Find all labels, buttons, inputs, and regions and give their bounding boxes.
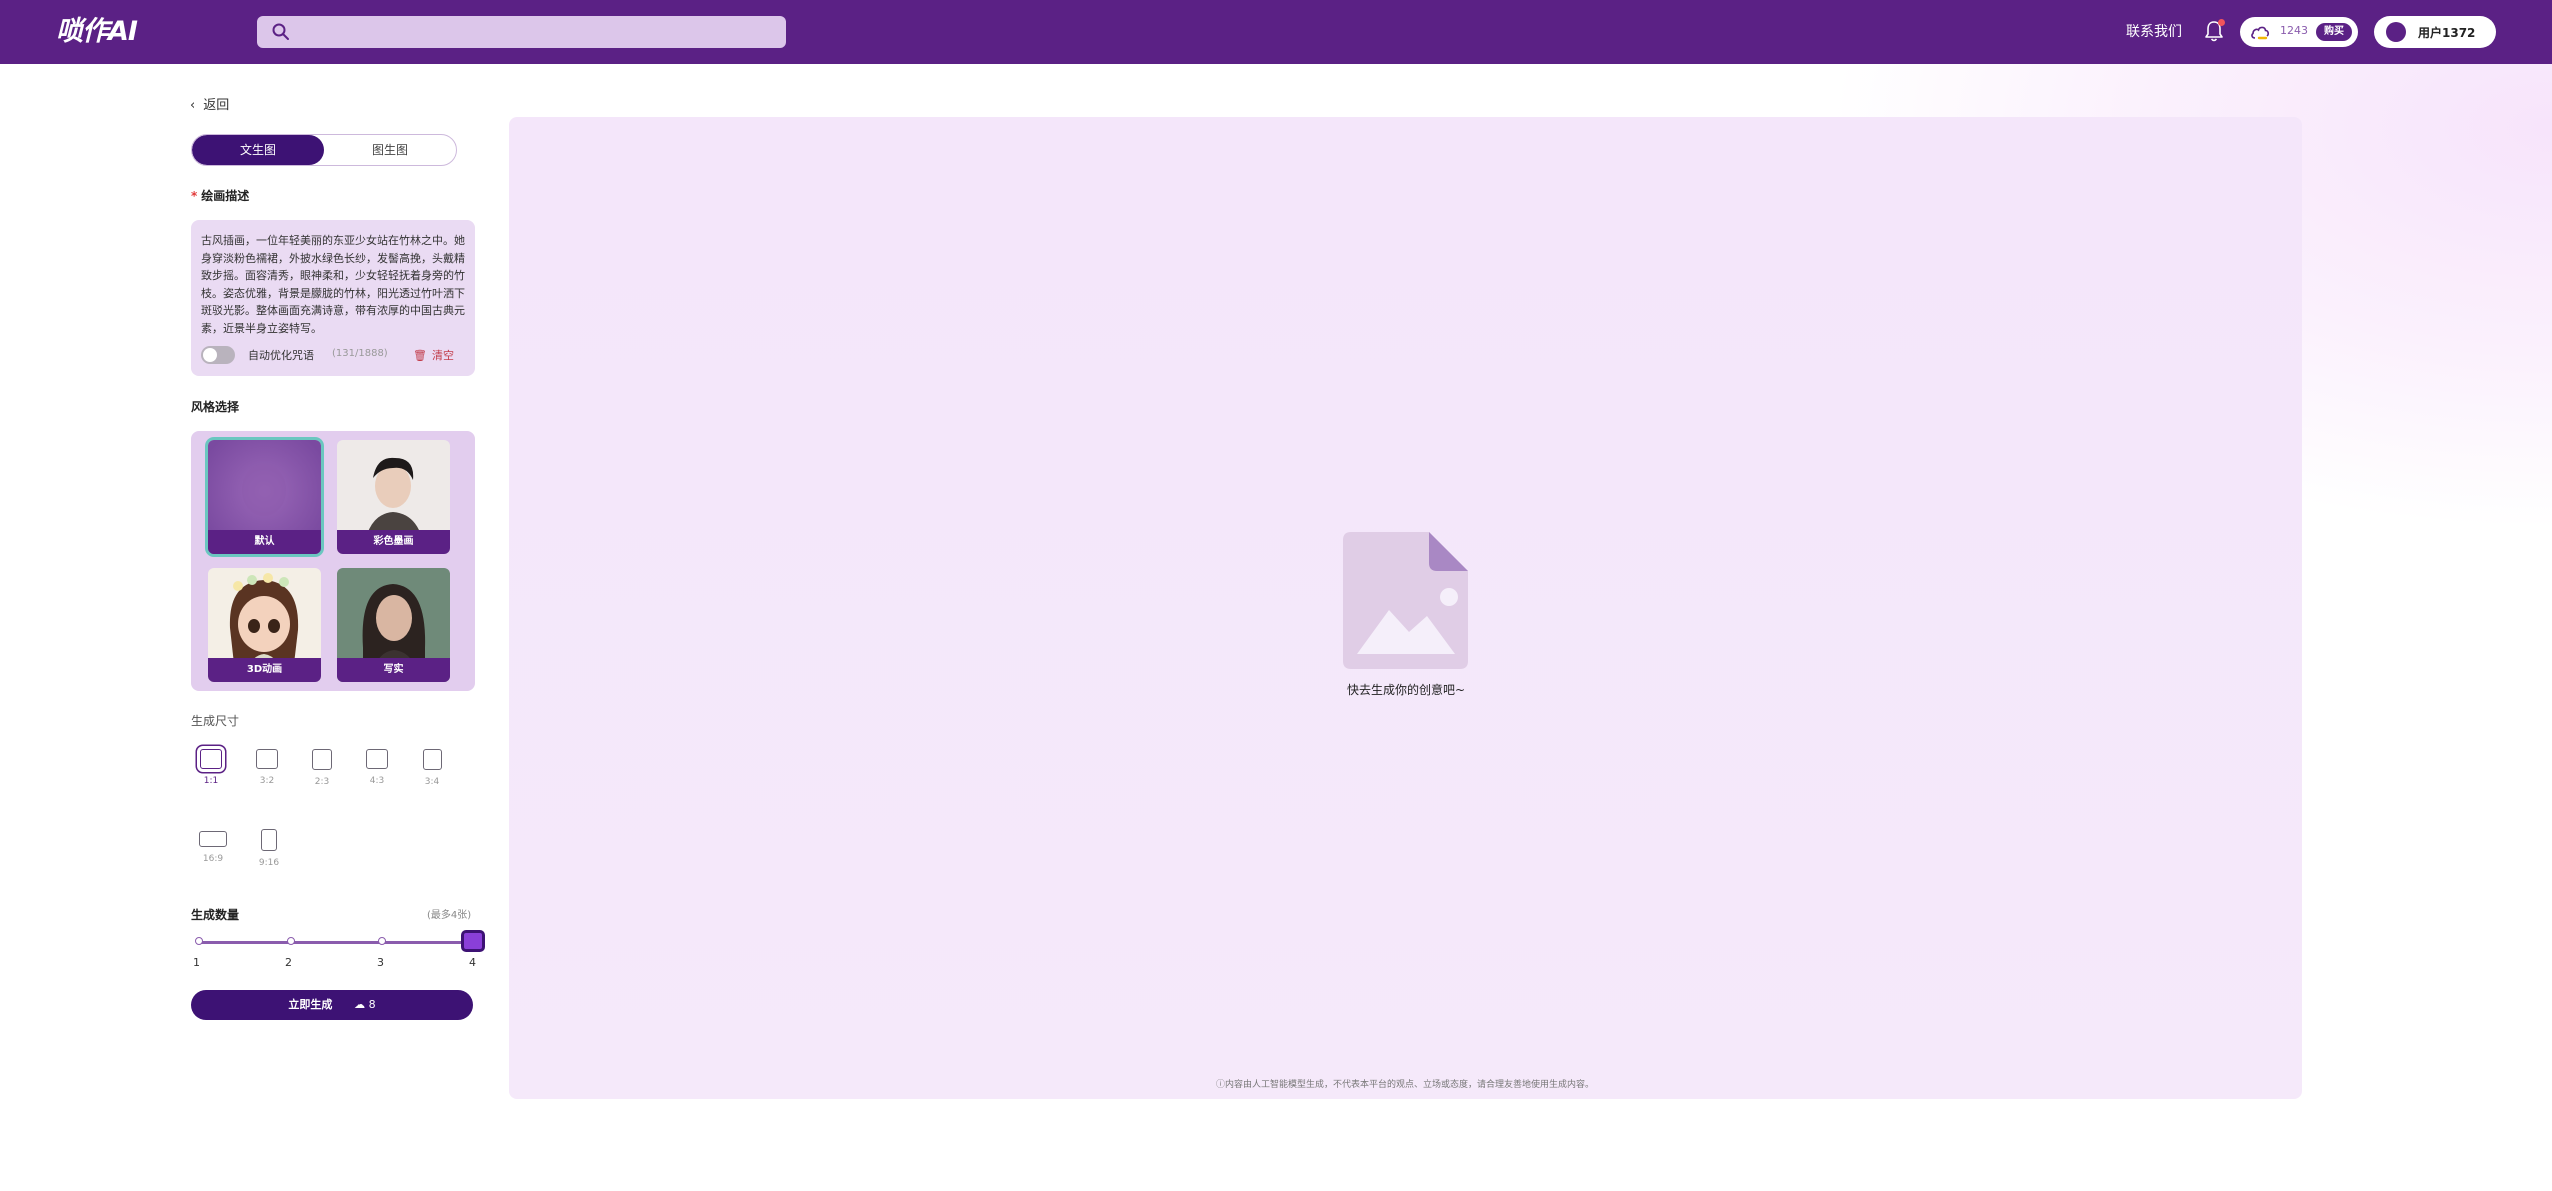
tab-text-to-image[interactable]: 文生图 xyxy=(192,135,324,165)
clear-label: 清空 xyxy=(431,349,454,362)
size-option-9-16[interactable]: 9:16 xyxy=(254,829,284,868)
generate-label: 立即生成 xyxy=(288,998,333,1011)
style-caption: 彩色墨画 xyxy=(337,530,450,554)
style-card-3d[interactable]: 3D动画 xyxy=(208,568,321,682)
slider-label-3: 3 xyxy=(377,956,384,969)
size-option-label: 2:3 xyxy=(314,777,330,787)
required-marker: * xyxy=(191,189,198,203)
style-label: 风格选择 xyxy=(191,400,240,414)
size-option-4-3[interactable]: 4:3 xyxy=(362,749,392,786)
slider-tick-2[interactable] xyxy=(287,937,295,945)
style-caption: 默认 xyxy=(208,530,321,554)
slider-tick-3[interactable] xyxy=(378,937,386,945)
disclaimer-text: ⓘ内容由人工智能模型生成，不代表本平台的观点、立场或态度，请合理友善地使用生成内… xyxy=(1215,1080,1594,1090)
generate-cost: ☁ 8 xyxy=(354,998,376,1011)
style-card-default[interactable]: 默认 xyxy=(208,440,321,554)
app-logo[interactable]: 唢作AI xyxy=(56,14,138,50)
toggle-knob xyxy=(203,348,217,362)
size-option-label: 3:4 xyxy=(424,777,440,787)
trash-icon: 🗑 xyxy=(413,349,427,362)
style-card-ink[interactable]: 彩色墨画 xyxy=(337,440,450,554)
prompt-label-text: 绘画描述 xyxy=(201,189,250,203)
count-max-hint: (最多4张) xyxy=(427,910,472,921)
prompt-text[interactable]: 古风插画，一位年轻美丽的东亚少女站在竹林之中。她身穿淡粉色襦裙，外披水绿色长纱，… xyxy=(201,232,465,337)
chevron-left-icon: ‹ xyxy=(190,98,196,113)
size-shape-icon xyxy=(199,831,227,847)
notification-dot xyxy=(2218,19,2225,26)
user-menu[interactable]: 用户1372 xyxy=(2374,16,2496,48)
size-label: 生成尺寸 xyxy=(191,714,240,728)
slider-tick-1[interactable] xyxy=(195,937,203,945)
size-option-label: 4:3 xyxy=(369,776,385,786)
size-option-16-9[interactable]: 16:9 xyxy=(196,831,230,864)
count-slider-thumb[interactable] xyxy=(461,930,485,952)
size-shape-icon xyxy=(200,749,222,769)
cloud-credit-icon xyxy=(2251,26,2269,40)
slider-label-2: 2 xyxy=(285,956,292,969)
tab-image-to-image[interactable]: 图生图 xyxy=(324,135,456,165)
size-option-label: 1:1 xyxy=(203,776,219,786)
slider-label-4: 4 xyxy=(469,956,476,969)
style-caption: 写实 xyxy=(337,658,450,682)
back-link[interactable]: ‹ 返回 xyxy=(190,94,229,113)
avatar xyxy=(2386,22,2406,42)
image-placeholder-icon xyxy=(1343,532,1468,669)
buy-button[interactable]: 购买 xyxy=(2316,23,2352,41)
style-caption: 3D动画 xyxy=(208,658,321,682)
size-shape-icon xyxy=(312,749,332,770)
size-option-label: 9:16 xyxy=(258,858,280,868)
style-card-realistic[interactable]: 写实 xyxy=(337,568,450,682)
generate-cost-value: 8 xyxy=(368,998,376,1011)
search-input[interactable] xyxy=(257,16,786,48)
size-shape-icon xyxy=(256,749,278,769)
size-option-3-2[interactable]: 3:2 xyxy=(252,749,282,786)
prompt-textarea[interactable]: 古风插画，一位年轻美丽的东亚少女站在竹林之中。她身穿淡粉色襦裙，外披水绿色长纱，… xyxy=(191,220,475,376)
contact-us-link[interactable]: 联系我们 xyxy=(2126,21,2182,41)
credits-widget: 1243 购买 xyxy=(2240,17,2358,47)
prompt-label: * 绘画描述 xyxy=(191,187,249,204)
size-shape-icon xyxy=(261,829,277,851)
auto-optimize-label: 自动优化咒语 xyxy=(248,349,314,362)
cloud-icon: ☁ xyxy=(354,998,366,1011)
slider-label-1: 1 xyxy=(193,956,200,969)
auto-optimize-toggle[interactable] xyxy=(201,346,235,364)
count-label: 生成数量 xyxy=(191,908,240,922)
size-option-3-4[interactable]: 3:4 xyxy=(417,749,447,787)
credits-count: 1243 xyxy=(2280,24,2308,37)
count-slider-track[interactable] xyxy=(198,941,473,944)
size-shape-icon xyxy=(366,749,388,769)
top-bar: 唢作AI 联系我们 1243 购买 用户1372 xyxy=(0,0,2552,64)
size-shape-icon xyxy=(422,749,442,770)
clear-button[interactable]: 🗑 清空 xyxy=(413,347,454,363)
char-counter: (131/1888) xyxy=(332,348,388,359)
empty-state-text: 快去生成你的创意吧~ xyxy=(1346,683,1466,697)
style-grid: 默认 彩色墨画 3D动画 写实 xyxy=(191,431,475,691)
size-option-1-1[interactable]: 1:1 xyxy=(196,749,226,786)
search-icon xyxy=(272,23,289,40)
mode-tabs: 文生图 图生图 xyxy=(191,134,457,166)
size-option-label: 16:9 xyxy=(202,854,224,864)
size-option-2-3[interactable]: 2:3 xyxy=(307,749,337,787)
back-label: 返回 xyxy=(203,98,230,113)
username: 用户1372 xyxy=(2418,26,2476,40)
generate-button[interactable]: 立即生成 ☁ 8 xyxy=(191,990,473,1020)
size-option-label: 3:2 xyxy=(259,776,275,786)
